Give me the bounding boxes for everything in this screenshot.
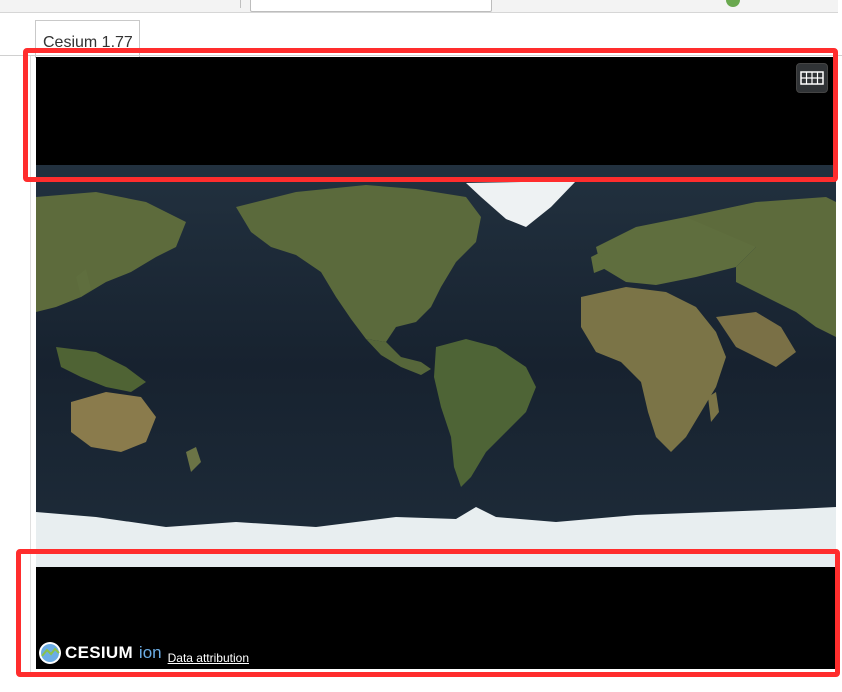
search-input[interactable] [250, 0, 492, 12]
base-layer-picker-button[interactable] [796, 63, 828, 93]
status-icon [726, 0, 740, 7]
toolbar-divider [240, 0, 241, 8]
cesium-wordmark: CESIUM [65, 643, 133, 662]
grid-icon [800, 71, 824, 85]
top-toolbar [0, 0, 838, 13]
page: Cesium 1.77 CESIUM ion Data attribution [0, 0, 842, 692]
tab-strip-border [0, 55, 842, 56]
tab-label: Cesium 1.77 [43, 34, 133, 51]
panel-border [30, 56, 31, 676]
cesium-logo-icon [39, 642, 61, 664]
credit-container: CESIUM ion Data attribution [38, 639, 249, 667]
data-attribution-link[interactable]: Data attribution [168, 651, 249, 665]
ion-wordmark: ion [138, 643, 162, 662]
cesium-viewer[interactable]: CESIUM ion Data attribution [36, 57, 836, 669]
world-map[interactable] [36, 57, 836, 669]
cesium-ion-logo[interactable]: CESIUM ion [38, 641, 162, 665]
tab-cesium[interactable]: Cesium 1.77 [35, 20, 140, 58]
